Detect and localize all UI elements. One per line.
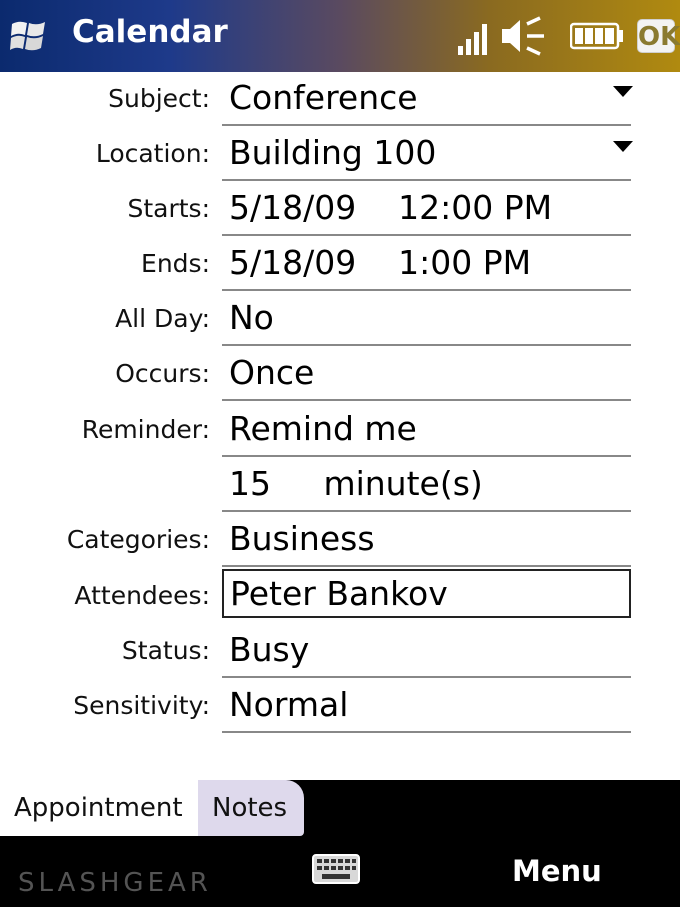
tab-strip: Appointment Notes bbox=[0, 780, 680, 836]
all-day-value: No bbox=[229, 298, 274, 337]
categories-field[interactable]: Business bbox=[222, 513, 631, 567]
reminder-time-field[interactable]: 15 minute(s) bbox=[222, 458, 631, 512]
location-value: Building 100 bbox=[229, 133, 437, 172]
occurs-label: Occurs: bbox=[115, 359, 210, 388]
watermark-logo: SLASHGEAR bbox=[18, 868, 212, 898]
all-day-label: All Day: bbox=[115, 304, 210, 333]
subject-field[interactable]: Conference bbox=[222, 72, 633, 126]
starts-row: Starts: 5/18/09 12:00 PM bbox=[0, 182, 680, 238]
categories-label: Categories: bbox=[66, 525, 210, 554]
sensitivity-field[interactable]: Normal bbox=[222, 679, 631, 733]
menu-softkey[interactable]: Menu bbox=[512, 854, 602, 888]
occurs-value: Once bbox=[229, 353, 315, 392]
all-day-field[interactable]: No bbox=[222, 292, 631, 346]
reminder-value: Remind me bbox=[229, 409, 417, 448]
status-row: Status: Busy bbox=[0, 624, 680, 680]
title-bar: Calendar OK bbox=[0, 0, 680, 72]
sensitivity-label: Sensitivity: bbox=[73, 691, 210, 720]
battery-icon[interactable] bbox=[570, 22, 624, 50]
app-title: Calendar bbox=[72, 14, 228, 50]
starts-label: Starts: bbox=[127, 194, 210, 223]
categories-value: Business bbox=[229, 519, 375, 558]
reminder-time-row: 15 minute(s) bbox=[0, 458, 680, 514]
occurs-row: Occurs: Once bbox=[0, 347, 680, 403]
tab-appointment[interactable]: Appointment bbox=[0, 780, 198, 836]
all-day-row: All Day: No bbox=[0, 292, 680, 348]
signal-icon[interactable] bbox=[458, 18, 492, 56]
ok-button[interactable]: OK bbox=[637, 19, 680, 53]
sensitivity-row: Sensitivity: Normal bbox=[0, 679, 680, 735]
reminder-label: Reminder: bbox=[81, 415, 210, 444]
starts-field[interactable]: 5/18/09 12:00 PM bbox=[222, 182, 631, 236]
reminder-field[interactable]: Remind me bbox=[222, 403, 631, 457]
attendees-field[interactable]: Peter Bankov bbox=[222, 569, 631, 618]
attendees-label: Attendees: bbox=[74, 581, 210, 610]
appointment-form: Subject: Conference Location: Building 1… bbox=[0, 72, 680, 780]
softkey-bar: SLASHGEAR Menu bbox=[0, 836, 680, 907]
ends-row: Ends: 5/18/09 1:00 PM bbox=[0, 237, 680, 293]
windows-start-icon[interactable] bbox=[10, 17, 48, 55]
attendees-value: Peter Bankov bbox=[230, 574, 448, 613]
subject-row: Subject: Conference bbox=[0, 72, 680, 128]
sensitivity-value: Normal bbox=[229, 685, 349, 724]
reminder-time-value: 15 minute(s) bbox=[229, 464, 483, 503]
subject-label: Subject: bbox=[108, 84, 210, 113]
status-value: Busy bbox=[229, 630, 310, 669]
starts-value: 5/18/09 12:00 PM bbox=[229, 188, 553, 227]
location-row: Location: Building 100 bbox=[0, 127, 680, 183]
ends-value: 5/18/09 1:00 PM bbox=[229, 243, 532, 282]
attendees-row: Attendees: Peter Bankov bbox=[0, 569, 680, 625]
subject-value: Conference bbox=[229, 78, 418, 117]
categories-row: Categories: Business bbox=[0, 513, 680, 569]
status-label: Status: bbox=[121, 636, 210, 665]
tab-notes[interactable]: Notes bbox=[198, 780, 304, 836]
dropdown-arrow-icon[interactable] bbox=[613, 141, 633, 152]
location-label: Location: bbox=[95, 139, 210, 168]
status-field[interactable]: Busy bbox=[222, 624, 631, 678]
speaker-muted-icon[interactable] bbox=[500, 16, 546, 56]
ends-field[interactable]: 5/18/09 1:00 PM bbox=[222, 237, 631, 291]
occurs-field[interactable]: Once bbox=[222, 347, 631, 401]
reminder-row: Reminder: Remind me bbox=[0, 403, 680, 459]
dropdown-arrow-icon[interactable] bbox=[613, 86, 633, 97]
keyboard-icon[interactable] bbox=[312, 854, 360, 884]
ends-label: Ends: bbox=[141, 249, 210, 278]
location-field[interactable]: Building 100 bbox=[222, 127, 633, 181]
